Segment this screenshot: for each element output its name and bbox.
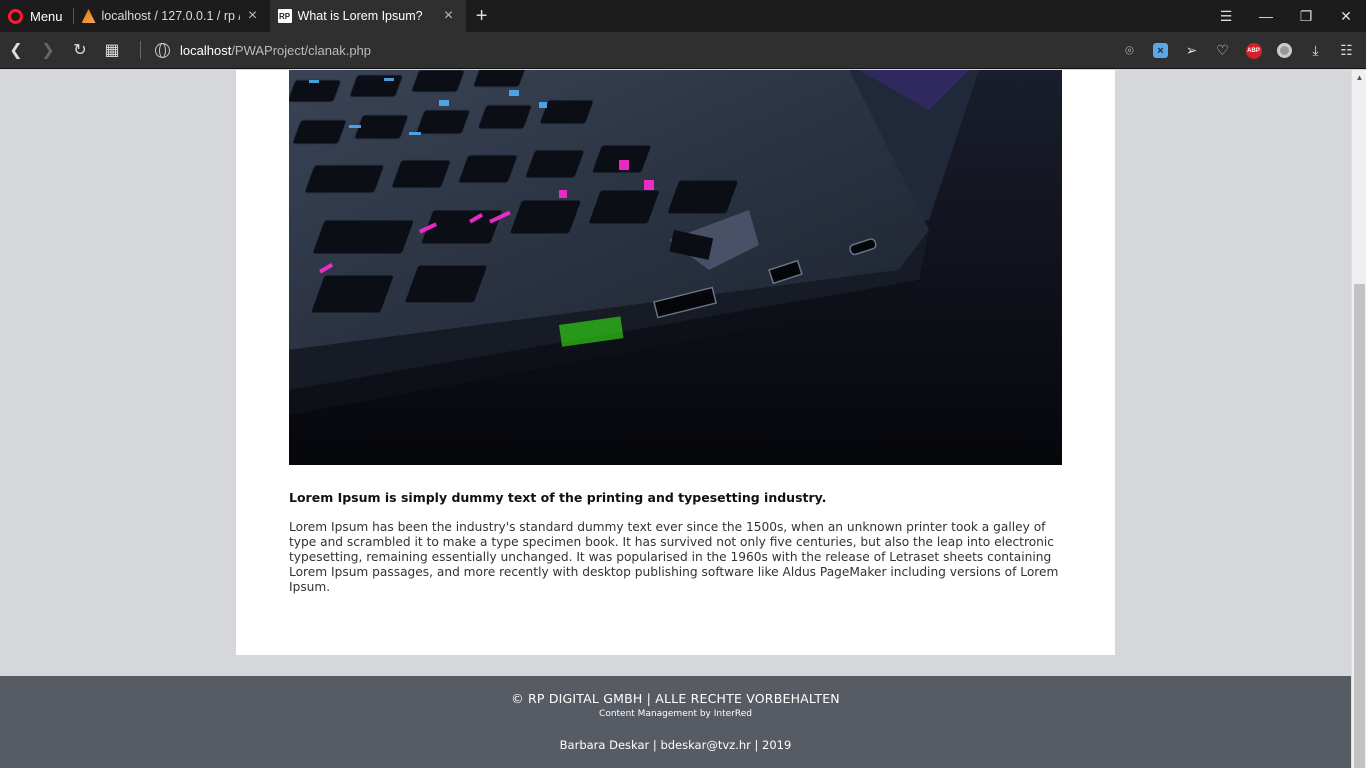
article-hero-image [289,70,1062,465]
page-footer: © RP DIGITAL GMBH | ALLE RECHTE VORBEHAL… [0,676,1351,768]
forward-button[interactable]: ❯ [32,32,64,69]
rp-favicon-icon: RP [277,9,292,23]
extension-x-icon[interactable]: × [1145,32,1176,69]
article-lead: Lorem Ipsum is simply dummy text of the … [289,490,827,505]
tab-title: What is Lorem Ipsum? [297,9,423,23]
article-card: Lorem Ipsum is simply dummy text of the … [236,70,1115,655]
menu-label: Menu [30,8,63,24]
bookmark-heart-icon[interactable]: ♡ [1207,32,1238,69]
tab-phpmyadmin[interactable]: localhost / 127.0.0.1 / rp / I × [74,0,270,32]
tab-title: localhost / 127.0.0.1 / rp / I [101,9,240,23]
adblock-plus-icon[interactable]: ABP [1238,32,1269,69]
phpmyadmin-favicon-icon [81,9,96,23]
footer-cms: Content Management by InterRed [599,709,752,719]
opera-menu-button[interactable]: Menu [0,0,73,32]
downloads-icon[interactable]: ⤓ [1300,32,1331,69]
back-button[interactable]: ❮ [0,32,32,69]
new-tab-button[interactable]: + [466,0,498,32]
minimize-button[interactable]: — [1246,0,1286,32]
toolbar-separator [140,41,141,59]
footer-copyright: © RP DIGITAL GMBH | ALLE RECHTE VORBEHAL… [511,691,840,706]
speed-dial-button[interactable]: ▦ [96,32,128,69]
article-body: Lorem Ipsum has been the industry's stan… [289,520,1059,594]
restore-button[interactable]: ❐ [1286,0,1326,32]
snapshot-camera-icon[interactable]: ⌾ [1114,32,1145,69]
footer-author: Barbara Deskar | bdeskar@tvz.hr | 2019 [559,738,792,752]
tab-lorem-ipsum[interactable]: RP What is Lorem Ipsum? × [269,0,466,32]
close-window-button[interactable]: ✕ [1326,0,1366,32]
tab-menu-icon[interactable]: ☰ [1206,0,1246,32]
scroll-up-icon[interactable]: ▲ [1352,70,1366,85]
site-info-icon[interactable] [155,42,170,58]
scrollbar-thumb[interactable] [1354,284,1365,768]
opera-logo-icon [8,8,23,24]
close-tab-icon[interactable]: × [246,8,260,24]
address-bar: ❮ ❯ ↻ ▦ localhost/PWAProject/clanak.php … [0,32,1366,69]
send-icon[interactable]: ➢ [1176,32,1207,69]
laptop-photo [289,70,1062,465]
url-path: /PWAProject/clanak.php [231,42,372,58]
easy-setup-icon[interactable]: ☷ [1331,32,1362,69]
reload-button[interactable]: ↻ [64,32,96,69]
toolbar-right: ⌾ × ➢ ♡ ABP ⤓ ☷ [1114,32,1362,69]
window-controls: ☰ — ❐ ✕ [1206,0,1366,32]
close-tab-icon[interactable]: × [442,8,456,24]
vertical-scrollbar[interactable]: ▲ [1351,70,1366,768]
url-host: localhost [180,42,232,58]
extension-circle-icon[interactable] [1269,32,1300,69]
tab-bar: Menu localhost / 127.0.0.1 / rp / I × RP… [0,0,1366,32]
url-field[interactable]: localhost/PWAProject/clanak.php [180,43,371,58]
page-viewport: Lorem Ipsum is simply dummy text of the … [0,70,1351,768]
